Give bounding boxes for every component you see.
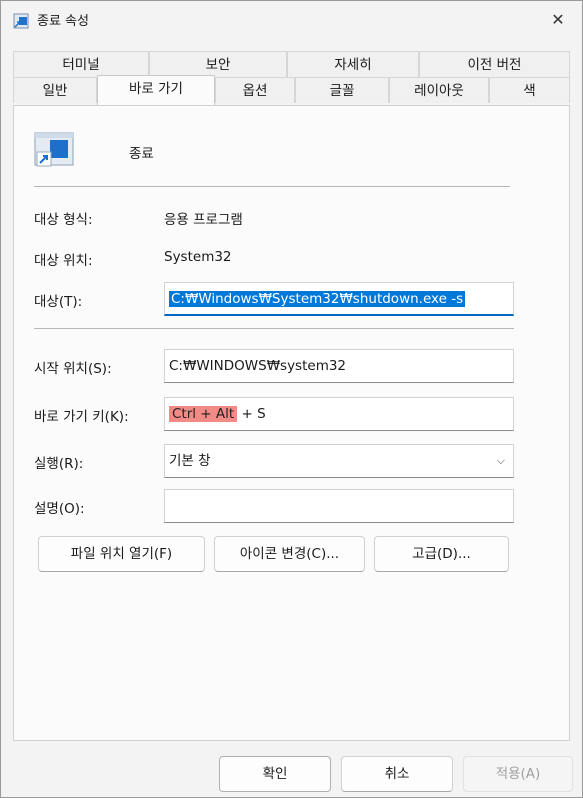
change-icon-button[interactable]: 아이콘 변경(C)...: [214, 536, 365, 572]
hotkey-input[interactable]: Ctrl + Alt + S: [164, 397, 514, 431]
shortcut-name: 종료: [129, 146, 154, 162]
title-bar: 종료 속성 ✕: [1, 1, 582, 39]
hotkey-highlight: Ctrl + Alt: [169, 406, 238, 422]
shortcut-icon: [34, 132, 74, 168]
start-in-input[interactable]: C:₩WINDOWS₩system32: [164, 349, 514, 383]
start-in-label: 시작 위치(S):: [34, 361, 112, 377]
target-input[interactable]: C:₩Windows₩System32₩shutdown.exe -s: [164, 282, 514, 316]
separator: [34, 186, 510, 187]
hotkey-rest: + S: [237, 406, 266, 422]
apply-button[interactable]: 적용(A): [463, 756, 573, 792]
target-location-value: System32: [164, 249, 232, 265]
hotkey-label: 바로 가기 키(K):: [34, 409, 129, 425]
tab-security[interactable]: 보안: [149, 51, 287, 77]
tab-options[interactable]: 옵션: [215, 77, 295, 103]
tab-colors[interactable]: 색: [489, 77, 570, 103]
comment-label: 설명(O):: [34, 501, 85, 517]
run-label: 실행(R):: [34, 456, 84, 472]
target-type-label: 대상 형식:: [34, 212, 93, 228]
open-file-location-button[interactable]: 파일 위치 열기(F): [38, 536, 205, 572]
target-location-label: 대상 위치:: [34, 253, 93, 269]
comment-input[interactable]: [164, 489, 514, 523]
run-select[interactable]: 기본 창 ⌵: [164, 444, 514, 478]
target-type-value: 응용 프로그램: [164, 212, 243, 228]
ok-button[interactable]: 확인: [219, 756, 331, 792]
tab-shortcut[interactable]: 바로 가기: [97, 75, 215, 105]
tab-terminal[interactable]: 터미널: [13, 51, 149, 77]
shortcut-app-icon: [13, 13, 29, 29]
tab-details[interactable]: 자세히: [287, 51, 419, 77]
target-value: C:₩Windows₩System32₩shutdown.exe -s: [169, 291, 466, 307]
tab-previous-versions[interactable]: 이전 버전: [419, 51, 570, 77]
advanced-button[interactable]: 고급(D)...: [374, 536, 509, 572]
tab-layout[interactable]: 레이아웃: [389, 77, 489, 103]
cancel-button[interactable]: 취소: [341, 756, 453, 792]
tab-general[interactable]: 일반: [13, 77, 97, 103]
close-icon[interactable]: ✕: [541, 7, 575, 33]
window-title: 종료 속성: [37, 14, 89, 29]
start-in-value: C:₩WINDOWS₩system32: [169, 358, 347, 374]
target-label: 대상(T):: [34, 294, 83, 310]
separator: [34, 328, 514, 329]
run-value: 기본 창: [169, 453, 211, 469]
chevron-down-icon: ⌵: [496, 454, 505, 467]
tab-font[interactable]: 글꼴: [295, 77, 389, 103]
properties-window: 종료 속성 ✕ 터미널 보안 자세히 이전 버전 일반 바로 가기 옵션 글꼴 …: [0, 0, 583, 798]
shortcut-tab-panel: 종료 대상 형식: 응용 프로그램 대상 위치: System32 대상(T):…: [13, 105, 570, 741]
